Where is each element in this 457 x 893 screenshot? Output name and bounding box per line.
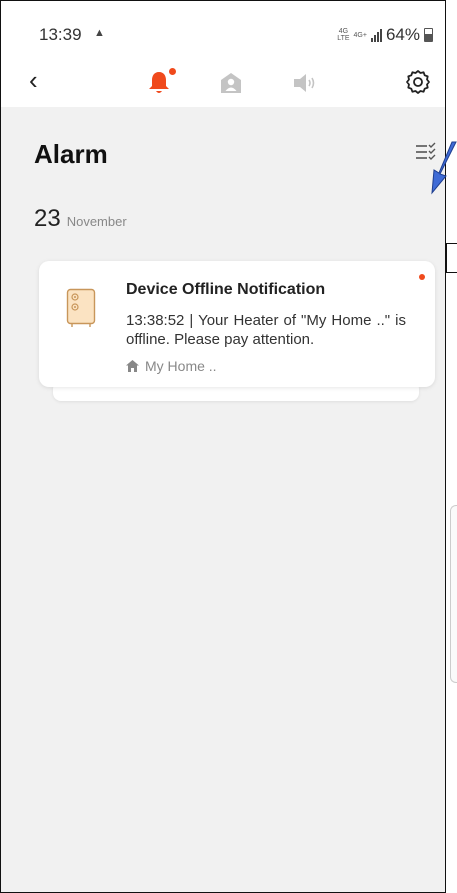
top-nav-bar: ‹	[1, 59, 445, 107]
battery-percent: 64%	[385, 25, 420, 44]
signal-icon	[370, 28, 382, 42]
status-bar: 13:39 ▲ 4G LTE 4G+ 64%	[1, 1, 445, 59]
notification-title: Device Offline Notification	[126, 281, 326, 298]
notification-message: 13:38:52 | Your Heater of "My Home .." i…	[126, 312, 406, 348]
speaker-icon	[294, 74, 315, 92]
date-month: November	[66, 214, 127, 229]
phone-screen: 13:39 ▲ 4G LTE 4G+ 64% ‹ Alarm 23 Novemb…	[0, 0, 446, 893]
network-indicator-2: 4G+	[353, 31, 367, 39]
annotation-box	[446, 243, 457, 273]
tab-announcement[interactable]	[291, 69, 319, 97]
page-title: Alarm	[34, 139, 108, 169]
home-person-icon	[221, 73, 241, 93]
alarm-bell-icon	[149, 72, 169, 93]
status-time: 13:39	[39, 25, 82, 44]
back-button[interactable]: ‹	[29, 65, 38, 96]
notification-home: My Home ..	[126, 358, 217, 374]
settings-gear-icon[interactable]	[405, 69, 431, 95]
network-indicator: 4G LTE	[337, 28, 350, 42]
status-icons: 4G LTE 4G+ 64%	[337, 25, 433, 45]
heater-device-icon	[66, 288, 96, 327]
tab-alarm[interactable]	[145, 68, 176, 97]
notification-card[interactable]: Device Offline Notification 13:38:52 | Y…	[39, 261, 435, 387]
annotation-arrow-icon	[431, 141, 457, 195]
date-day: 23	[34, 205, 61, 232]
side-panel-handle[interactable]	[450, 505, 457, 683]
unread-dot	[419, 274, 425, 280]
home-name: My Home ..	[145, 358, 217, 374]
alarm-badge	[169, 68, 176, 75]
date-header: 23 November	[34, 205, 127, 233]
notification-bell-icon: ▲	[94, 27, 105, 39]
tab-family[interactable]	[217, 69, 245, 97]
battery-icon	[424, 28, 433, 42]
home-icon	[126, 360, 139, 372]
